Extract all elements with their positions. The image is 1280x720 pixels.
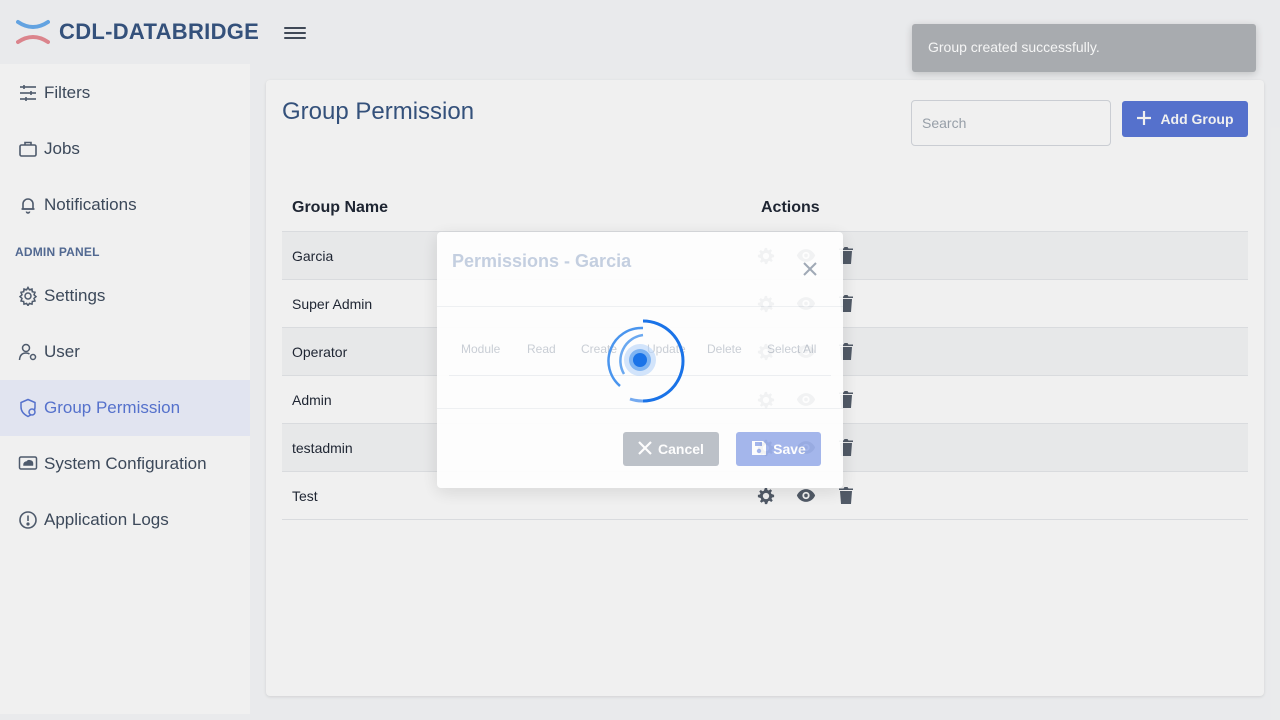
floppy-disk-icon [751,440,767,459]
success-toast: Group created successfully. [912,24,1256,72]
modal-title: Permissions - Garcia [452,251,632,271]
close-icon [638,440,652,458]
modal-divider [437,306,843,307]
close-icon[interactable] [801,260,819,278]
column-header-delete: Delete [707,342,742,356]
cancel-button[interactable]: Cancel [623,432,719,466]
save-button[interactable]: Save [736,432,821,466]
modal-footer-divider [437,408,843,409]
save-label: Save [773,441,806,457]
column-header-read: Read [527,342,556,356]
loading-spinner [600,318,686,404]
cancel-label: Cancel [658,441,704,457]
column-header-module: Module [461,342,501,356]
column-header-select-all: Select All [767,342,817,356]
